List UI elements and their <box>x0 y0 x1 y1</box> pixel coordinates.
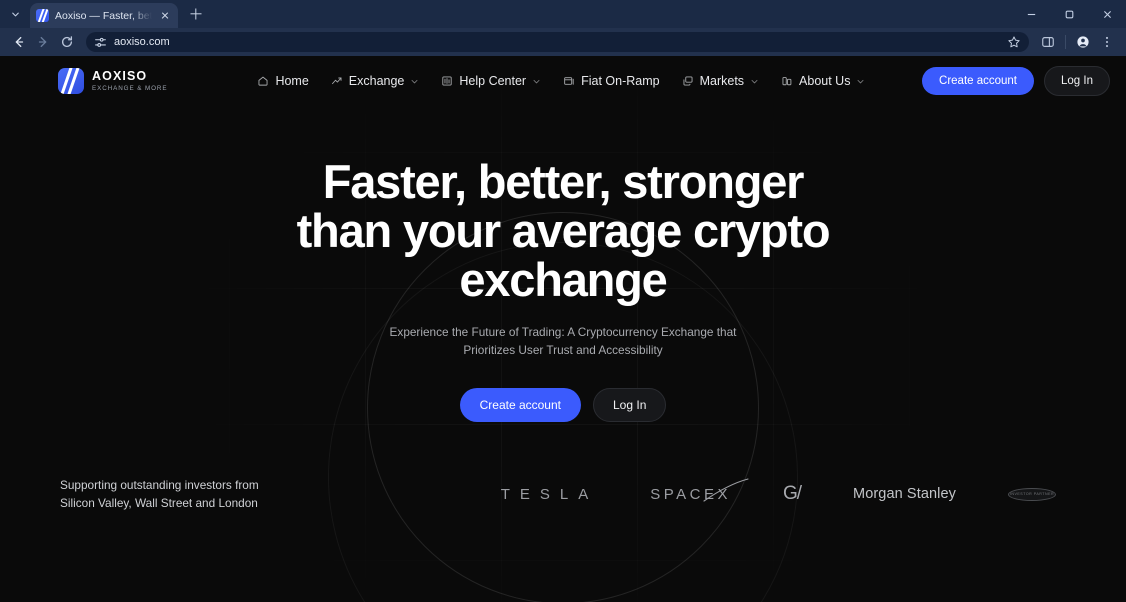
header-create-account-button[interactable]: Create account <box>922 67 1035 95</box>
hero-heading-line-3: exchange <box>459 252 667 306</box>
maximize-icon <box>1065 10 1073 18</box>
tab-search-button[interactable] <box>4 3 26 25</box>
hero-heading-line-1: Faster, better, stronger <box>322 155 805 208</box>
tab-title: Aoxiso — Faster, better, stronger <box>55 9 152 22</box>
nav-item-fiat-on-ramp[interactable]: Fiat On-Ramp <box>563 74 660 88</box>
chevron-down-icon <box>858 79 864 83</box>
back-arrow-icon <box>15 36 24 48</box>
layers-icon <box>683 76 693 86</box>
nav-label: Home <box>275 74 309 88</box>
split-view-icon <box>1042 37 1054 47</box>
browser-menu-button[interactable] <box>1096 31 1118 53</box>
tab-strip: Aoxiso — Faster, better, stronger <box>0 0 1126 28</box>
hero-section: Faster, better, stronger than your avera… <box>0 106 1126 423</box>
window-controls <box>1012 0 1126 28</box>
chevron-down-icon <box>533 79 540 83</box>
gv-logo: G/ <box>782 483 802 505</box>
page-viewport: AOXISO EXCHANGE & MORE Home Exchange Hel… <box>0 56 1126 602</box>
trending-up-icon <box>331 77 342 85</box>
tab-close-button[interactable] <box>158 9 172 23</box>
browser-window: Aoxiso — Faster, better, stronger <box>0 0 1126 602</box>
close-icon <box>1103 10 1111 18</box>
header-log-in-button[interactable]: Log In <box>1044 66 1110 96</box>
maximize-button[interactable] <box>1050 0 1088 28</box>
hero-create-account-button[interactable]: Create account <box>459 388 581 423</box>
hero-subheading: Experience the Future of Trading: A Cryp… <box>389 324 737 357</box>
brand-text: AOXISO EXCHANGE & MORE <box>92 70 167 92</box>
aoxiso-favicon <box>36 9 49 22</box>
aoxiso-logo-icon <box>58 68 84 94</box>
nav-label: Exchange <box>348 74 405 88</box>
forward-arrow-icon <box>38 36 47 48</box>
brand-tagline: EXCHANGE & MORE <box>92 84 168 92</box>
star-icon[interactable] <box>1007 35 1021 49</box>
header-auth-actions: Create account Log In <box>922 66 1110 96</box>
reload-button[interactable] <box>56 31 78 53</box>
toolbar-divider <box>1065 35 1066 49</box>
home-icon <box>258 76 268 86</box>
spacex-swoosh-icon <box>703 478 749 502</box>
page-title: Faster, better, stronger than your avera… <box>0 155 1126 306</box>
hero-log-in-button[interactable]: Log In <box>593 388 667 423</box>
close-button[interactable] <box>1088 0 1126 28</box>
nav-label: Markets <box>699 74 745 88</box>
hero-cta-group: Create account Log In <box>0 388 1126 423</box>
tesla-logo: TESLA <box>500 485 599 503</box>
address-bar-url: aoxiso.com <box>114 36 170 48</box>
forward-button[interactable] <box>32 31 54 53</box>
investors-copy: Supporting outstanding investors from Si… <box>60 478 259 511</box>
book-icon <box>442 76 453 86</box>
minimize-button[interactable] <box>1012 0 1050 28</box>
browser-tab[interactable]: Aoxiso — Faster, better, stronger <box>30 3 178 28</box>
new-tab-button[interactable] <box>184 2 208 26</box>
nav-label: Help Center <box>459 74 527 88</box>
chevron-down-icon <box>11 12 19 16</box>
nav-label: About Us <box>799 74 851 88</box>
nav-item-about-us[interactable]: About Us <box>781 74 865 88</box>
tune-icon[interactable] <box>94 36 107 49</box>
oval-badge-text: INVESTOR PARTNER <box>1009 492 1055 497</box>
spacex-logo: SPACEX <box>650 478 749 503</box>
morgan-stanley-logo: Morgan Stanley <box>853 486 956 503</box>
reload-icon <box>61 36 73 47</box>
chevron-down-icon <box>411 79 418 83</box>
split-view-button[interactable] <box>1037 31 1059 53</box>
nav-label: Fiat On-Ramp <box>581 74 660 88</box>
nav-item-markets[interactable]: Markets <box>682 74 759 88</box>
back-button[interactable] <box>8 31 30 53</box>
oval-badge-logo: INVESTOR PARTNER <box>1008 487 1056 501</box>
minimize-icon <box>1027 13 1035 15</box>
browser-toolbar: aoxiso.com <box>0 28 1126 56</box>
hero-heading-line-2: than your average crypto <box>296 203 831 257</box>
three-dot-menu-icon <box>1105 36 1109 48</box>
profile-avatar-icon <box>1077 36 1089 48</box>
brand-name: AOXISO <box>92 69 148 84</box>
site-header: AOXISO EXCHANGE & MORE Home Exchange Hel… <box>0 56 1126 106</box>
investor-logo-row: TESLA SPACEX G/ Morgan Stanley INVESTOR … <box>497 478 1066 505</box>
investors-section: Supporting outstanding investors from Si… <box>0 476 1126 513</box>
nav-item-exchange[interactable]: Exchange <box>331 74 420 88</box>
main-navigation: Home Exchange Help Center Fiat On-Ramp M… <box>257 74 865 88</box>
chevron-down-icon <box>751 79 758 83</box>
nav-item-help-center[interactable]: Help Center <box>441 74 541 88</box>
brand-logo[interactable]: AOXISO EXCHANGE & MORE <box>58 68 167 94</box>
building-icon <box>782 77 792 86</box>
profile-button[interactable] <box>1072 31 1094 53</box>
nav-item-home[interactable]: Home <box>257 74 309 88</box>
card-icon <box>564 77 574 85</box>
address-bar[interactable]: aoxiso.com <box>86 32 1029 52</box>
